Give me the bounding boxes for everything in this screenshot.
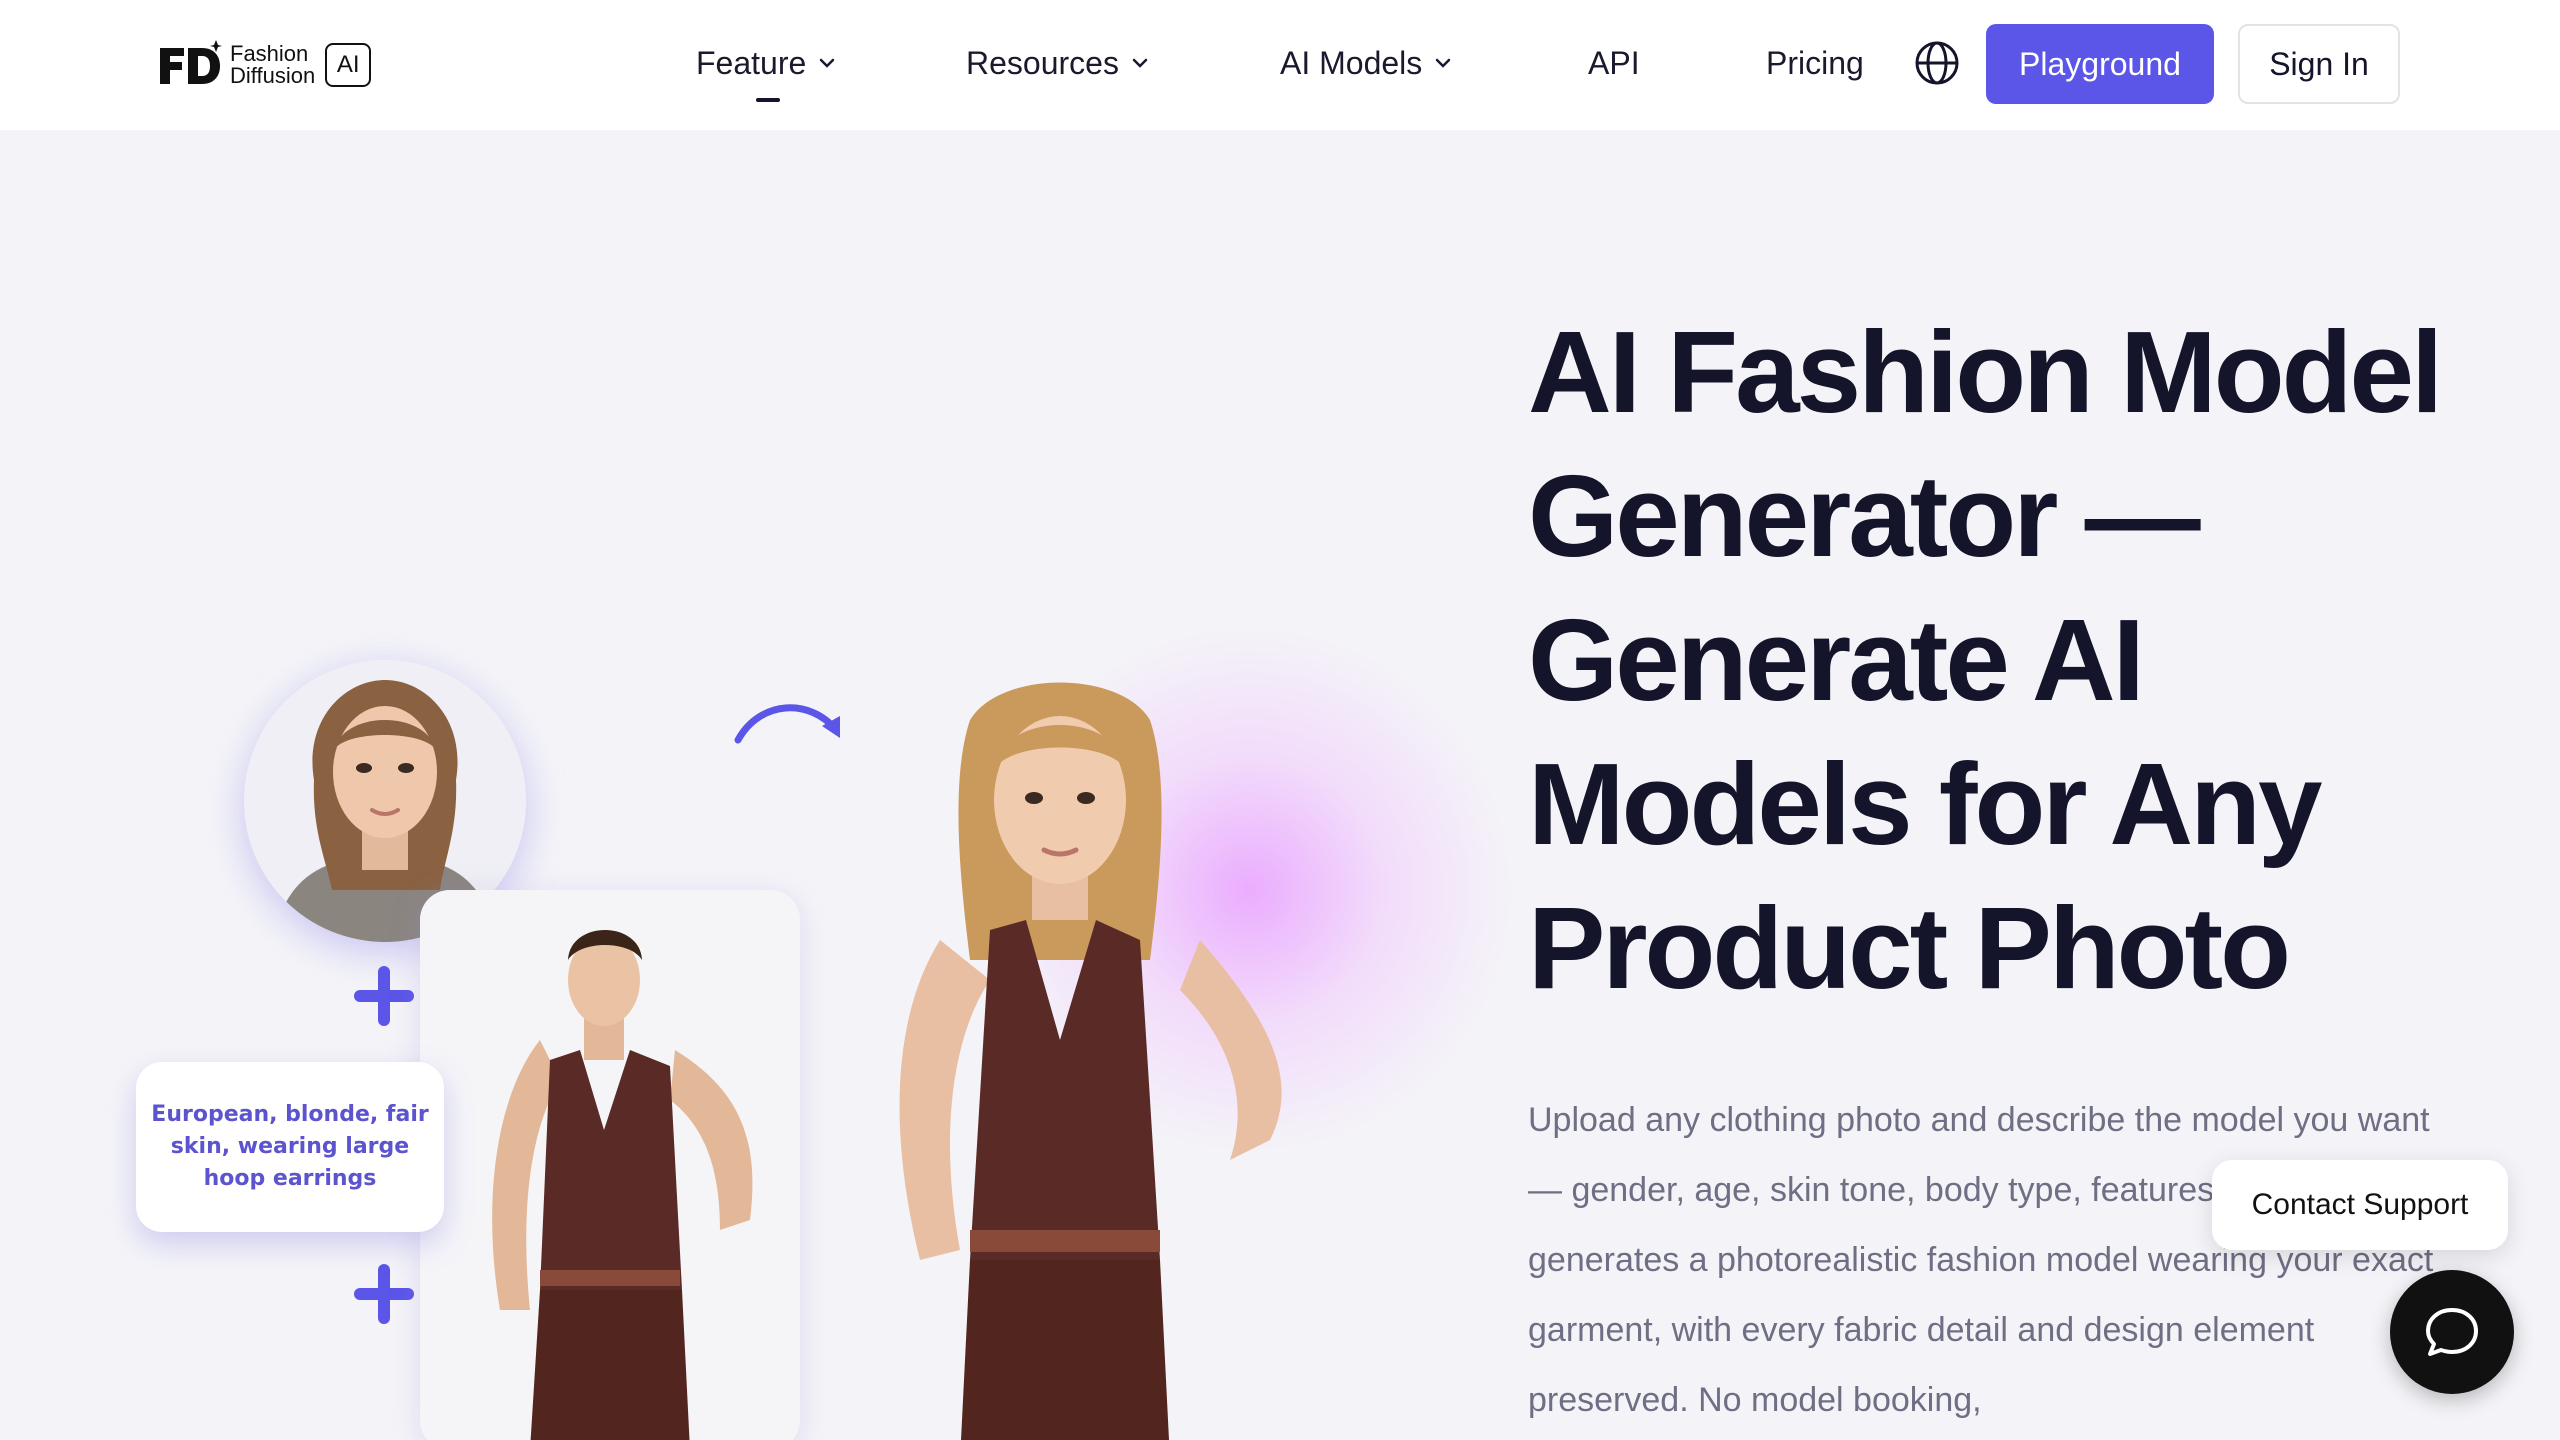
contact-support-bubble[interactable]: Contact Support [2212,1160,2508,1250]
model-prompt-card: European, blonde, fair skin, wearing lar… [136,1062,444,1232]
generated-model-image [820,660,1380,1440]
brand-ai-badge: AI [325,43,372,87]
nav-feature[interactable]: Feature [696,38,836,88]
nav-resources-label: Resources [966,44,1119,81]
chat-icon [2426,1308,2478,1356]
model-prompt-text: European, blonde, fair skin, wearing lar… [151,1102,429,1191]
nav-pricing[interactable]: Pricing [1766,38,1864,88]
plus-icon [354,1264,414,1324]
sign-in-button[interactable]: Sign In [2238,24,2400,104]
nav-pricing-label: Pricing [1766,44,1864,81]
brand-line2: Diffusion [230,63,316,88]
nav-ai-models-label: AI Models [1280,44,1423,81]
generated-model-illustration [899,682,1282,1440]
fd-logo-mark [160,40,222,84]
garment-input-image [420,890,800,1440]
plus-icon [354,966,414,1026]
nav-active-indicator [756,98,780,102]
chevron-down-icon [1436,58,1451,68]
hero-description: Upload any clothing photo and describe t… [1528,1101,2434,1419]
nav-ai-models[interactable]: AI Models [1280,38,1452,88]
chevron-down-icon [1132,58,1148,68]
brand-line1: Fashion [230,41,309,66]
nav-api-label: API [1588,44,1640,81]
hero-title: AI Fashion Model Generator — Generate AI… [1528,307,2443,1013]
brand-logo[interactable]: Fashion Diffusion AI [158,36,372,94]
nav-api[interactable]: API [1588,38,1640,88]
brand-name: Fashion Diffusion [230,43,315,87]
playground-button[interactable]: Playground [1986,24,2214,104]
garment-model-illustration [420,890,800,1440]
chat-launcher-button[interactable] [2390,1270,2514,1394]
chevron-down-icon [820,58,835,68]
nav-feature-label: Feature [696,44,807,81]
top-navbar: Fashion Diffusion AI Feature Resources A… [0,0,2560,130]
globe-icon[interactable] [1914,40,1960,86]
nav-resources[interactable]: Resources [966,38,1149,88]
